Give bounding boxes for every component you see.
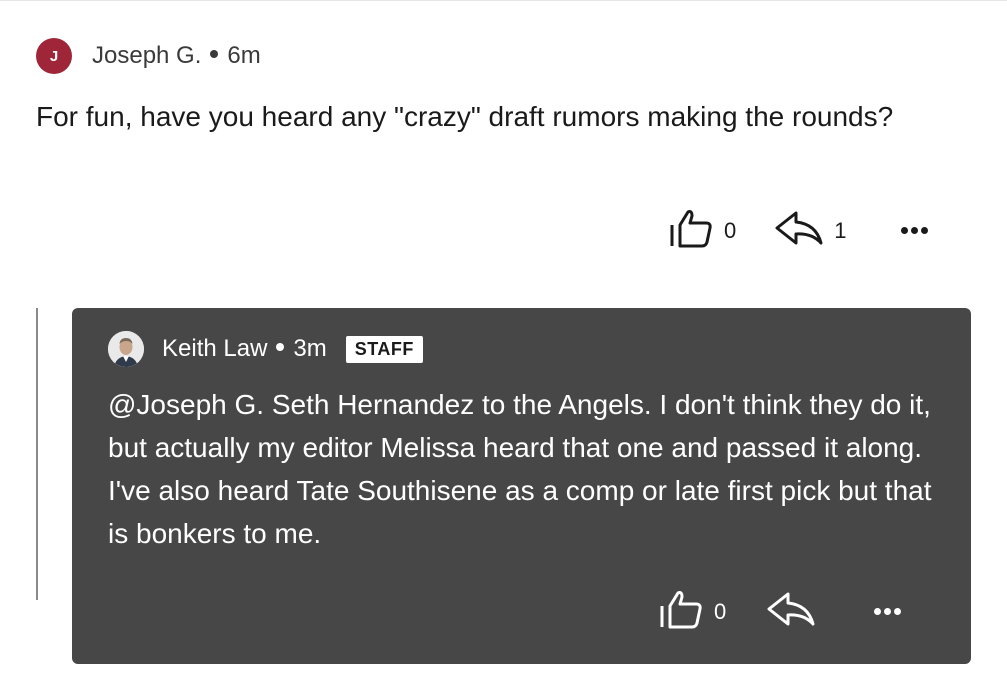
reply-arrow-icon: [774, 210, 824, 251]
thread-line: [36, 308, 38, 600]
more-dots-icon[interactable]: [874, 608, 902, 615]
reply-button[interactable]: 1: [774, 210, 847, 251]
reply-body: @Joseph G. Seth Hernandez to the Angels.…: [108, 389, 932, 549]
comment-header: J Joseph G. 6m: [36, 38, 971, 74]
timestamp: 6m: [227, 42, 261, 69]
author-name[interactable]: Joseph G.: [92, 42, 201, 70]
more-dots-icon[interactable]: [900, 227, 928, 234]
parent-comment: J Joseph G. 6m For fun, have you heard a…: [36, 38, 971, 138]
reply-arrow-icon: [766, 591, 816, 632]
separator-dot: [276, 343, 285, 351]
timestamp: 3m: [293, 335, 327, 362]
like-button[interactable]: 0: [658, 589, 726, 634]
thumbs-up-icon: [658, 589, 704, 634]
comment-actions: 0 1: [668, 208, 928, 253]
top-divider: [0, 0, 1007, 1]
avatar[interactable]: [108, 331, 144, 367]
reply-count: 1: [834, 217, 847, 243]
reply-header: Keith Law 3m STAFF: [108, 331, 423, 367]
like-button[interactable]: 0: [668, 208, 736, 253]
reply-actions: 0: [658, 589, 902, 634]
staff-badge: STAFF: [345, 335, 423, 363]
reply-button[interactable]: [766, 591, 816, 632]
comment-body: For fun, have you heard any "crazy" draf…: [36, 101, 894, 132]
separator-dot: [210, 50, 219, 58]
like-count: 0: [724, 217, 737, 243]
author-name[interactable]: Keith Law: [162, 335, 267, 363]
thumbs-up-icon: [668, 208, 714, 253]
reply-comment: Keith Law 3m STAFF @Joseph G. Seth Herna…: [72, 308, 971, 664]
avatar[interactable]: J: [36, 38, 72, 74]
like-count: 0: [714, 598, 727, 624]
